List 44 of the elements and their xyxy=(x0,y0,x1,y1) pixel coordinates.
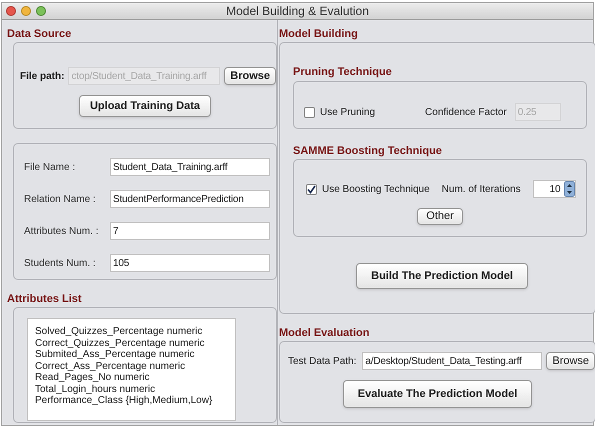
stepper-icon[interactable] xyxy=(564,181,575,197)
push-button[interactable]: Upload Training Data xyxy=(78,95,211,117)
push-button[interactable]: Evaluate The Prediction Model xyxy=(342,380,532,408)
section-title: SAMME Boosting Technique xyxy=(293,146,443,156)
push-button[interactable]: Browse xyxy=(224,67,276,85)
section-title: Model Evaluation xyxy=(279,328,370,338)
field-label: Confidence Factor xyxy=(425,106,507,120)
list-item[interactable]: Correct_Quizzes_Percentage numeric xyxy=(35,338,235,349)
list-item[interactable]: Performance_Class {High,Medium,Low} xyxy=(35,395,235,406)
text-field[interactable]: 7 xyxy=(110,222,270,240)
list-item[interactable]: Submited_Ass_Percentage numeric xyxy=(35,349,235,360)
section-title: Data Source xyxy=(7,29,72,39)
zoom-button[interactable] xyxy=(36,6,46,16)
push-button[interactable]: Browse xyxy=(546,352,595,370)
section-title: Pruning Technique xyxy=(293,67,393,77)
text-field[interactable]: a/Desktop/Student_Data_Testing.arff xyxy=(362,352,542,370)
push-button[interactable]: Build The Prediction Model xyxy=(356,263,528,289)
minimize-button[interactable] xyxy=(21,6,31,16)
field-label: Students Num. : xyxy=(24,256,97,270)
section-title: Attributes List xyxy=(7,294,83,304)
section-title: Model Building xyxy=(279,29,359,39)
close-button[interactable] xyxy=(6,6,16,16)
checkbox-label: Use Pruning xyxy=(320,106,376,120)
push-button[interactable]: Other xyxy=(417,208,463,225)
field-label: Attributes Num. : xyxy=(24,224,100,238)
attributes-list[interactable] xyxy=(27,318,236,421)
text-field[interactable]: 105 xyxy=(110,254,270,272)
field-label: Test Data Path: xyxy=(288,354,356,368)
text-field[interactable]: StudentPerformancePrediction xyxy=(110,190,270,208)
list-item[interactable]: Read_Pages_No numeric xyxy=(35,372,235,384)
checkbox[interactable] xyxy=(304,106,315,118)
list-item[interactable]: Solved_Quizzes_Percentage numeric xyxy=(35,326,235,338)
field-label: Relation Name : xyxy=(24,192,97,206)
checkbox[interactable] xyxy=(306,184,317,194)
field-label: Num. of Iterations xyxy=(442,182,521,196)
checkmark-icon xyxy=(307,184,316,194)
spinner-field[interactable]: 10 xyxy=(532,180,576,198)
list-item[interactable]: Total_Login_hours numeric xyxy=(35,384,235,395)
field-label: File Name : xyxy=(24,160,76,174)
field-label: File path: xyxy=(20,70,64,84)
list-item[interactable]: Correct_Ass_Percentage numeric xyxy=(35,360,235,372)
checkbox-label: Use Boosting Technique xyxy=(322,182,430,196)
text-field[interactable]: Student_Data_Training.arff xyxy=(110,158,270,176)
window-title: Model Building & Evalution xyxy=(225,3,370,20)
